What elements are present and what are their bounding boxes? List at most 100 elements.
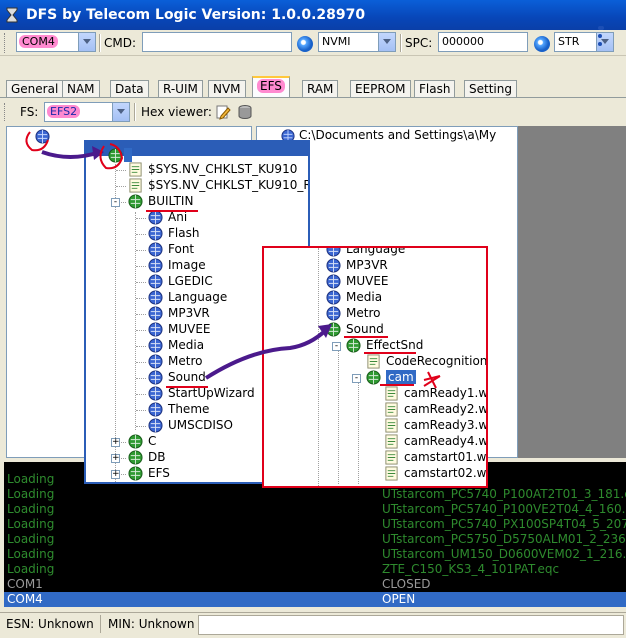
folder-open-icon	[346, 338, 361, 353]
tree-line	[136, 394, 146, 395]
folder-open-icon	[108, 148, 123, 163]
file-icon	[385, 402, 398, 417]
tree-node-label: camReady1.w	[404, 386, 488, 400]
refresh-icon[interactable]	[534, 36, 550, 52]
tree-line	[136, 362, 146, 363]
tree-node-label: Font	[168, 242, 195, 256]
tab-eeprom[interactable]: EEPROM	[350, 80, 411, 98]
pc-path: C:\Documents and Settings\a\My	[299, 128, 497, 142]
tree-node-label: $SYS.NV_CHKLST_KU910	[148, 162, 298, 176]
tree-node-label: Metro	[168, 354, 203, 368]
tree-line	[136, 266, 146, 267]
tree-node-label: Sound	[346, 322, 384, 336]
log-status: Loading	[7, 562, 55, 576]
tree-node-label: MP3VR	[168, 306, 210, 320]
tree-line	[135, 212, 136, 430]
log-row[interactable]: Loading UTstarcom_PC5740_P100VE2T04_4_160…	[4, 502, 626, 517]
expand-icon[interactable]: +	[111, 470, 120, 479]
window-title: DFS by Telecom Logic Version: 1.0.0.2897…	[26, 7, 366, 23]
tree-node-label: StartUpWizard	[168, 386, 255, 400]
annotation-underline	[166, 386, 208, 388]
tab-nam[interactable]: NAM	[62, 80, 100, 98]
folder-open-icon	[128, 434, 143, 449]
folder-open-icon	[326, 322, 341, 337]
expand-icon[interactable]: +	[111, 454, 120, 463]
log-row[interactable]: COM4 OPEN	[4, 592, 626, 607]
log-row[interactable]: Loading UTstarcom_PC5740_PX100SP4T04_5_20…	[4, 517, 626, 532]
tree-node-label: Sound	[168, 370, 206, 384]
esn-status: ESN: Unknown	[6, 617, 94, 631]
toolbar-grip[interactable]	[4, 103, 7, 121]
toolbar-grip[interactable]	[4, 33, 7, 53]
tree-line	[136, 250, 146, 251]
file-icon	[385, 466, 398, 481]
tree-line	[136, 346, 146, 347]
tab-setting[interactable]: Setting	[464, 80, 517, 98]
globe-icon[interactable]	[35, 129, 50, 144]
log-row[interactable]: Loading UTstarcom_PC5750_D5750ALM01_2_236…	[4, 532, 626, 547]
refresh-icon[interactable]	[297, 36, 313, 52]
file-icon	[129, 178, 142, 193]
fs-select[interactable]: EFS2	[44, 102, 130, 122]
collapse-icon[interactable]: -	[352, 374, 361, 383]
spc-input[interactable]: 000000	[438, 32, 528, 52]
log-status: COM4	[7, 592, 43, 606]
annotation-underline	[364, 352, 416, 354]
database-icon[interactable]	[237, 104, 253, 120]
tab-ram[interactable]: RAM	[302, 80, 339, 98]
tree-node-label: Media	[346, 290, 383, 304]
tree-line	[116, 186, 126, 187]
log-status: COM1	[7, 577, 43, 591]
tab-data[interactable]: Data	[110, 80, 149, 98]
hex-viewer-label: Hex viewer:	[141, 105, 212, 119]
str-select[interactable]: STR	[554, 32, 614, 52]
tree-line	[136, 426, 146, 427]
separator	[100, 615, 101, 633]
expand-icon[interactable]: +	[111, 438, 120, 447]
file-icon	[385, 434, 398, 449]
log-detail: UTstarcom_PC5740_P100AT2T01_3_181.eqc	[382, 487, 626, 501]
tree-node-label: MUVEE	[346, 274, 389, 288]
tree-line	[115, 164, 116, 482]
collapse-icon[interactable]: -	[332, 342, 341, 351]
tab-efs[interactable]: EFS	[252, 76, 290, 98]
tree-node-label: EffectSnd	[366, 338, 424, 352]
folder-icon	[148, 402, 163, 417]
folder-icon	[148, 258, 163, 273]
chevron-down-icon[interactable]	[78, 33, 95, 51]
log-status: Loading	[7, 532, 55, 546]
port-select[interactable]: COM4	[16, 32, 96, 52]
log-row[interactable]: Loading ZTE_C150_KS3_4_101PAT.eqc	[4, 562, 626, 577]
log-status: Loading	[7, 472, 55, 486]
chevron-down-icon[interactable]	[378, 33, 395, 51]
tab-general[interactable]: General	[6, 80, 64, 98]
collapse-icon[interactable]: -	[111, 198, 120, 207]
tree-node-label: Image	[168, 258, 206, 272]
tree-line	[116, 170, 126, 171]
tree-line	[136, 314, 146, 315]
edit-icon[interactable]	[215, 104, 231, 120]
folder-icon	[148, 338, 163, 353]
log-row[interactable]: COM1 CLOSED	[4, 577, 626, 592]
tree-node-label: camReady3.w	[404, 418, 488, 432]
log-status: Loading	[7, 502, 55, 516]
tree-node-label: camstart01.wa	[404, 450, 488, 464]
tab-nvm[interactable]: NVM	[208, 80, 246, 98]
log-detail: UTstarcom_PC5750_D5750ALM01_2_236.eqc	[382, 532, 626, 546]
tree-node-label: DB	[148, 450, 166, 464]
chevron-down-icon[interactable]	[112, 103, 129, 121]
tree-line	[136, 410, 146, 411]
tab-r-uim[interactable]: R-UIM	[158, 80, 203, 98]
folder-icon	[148, 370, 163, 385]
cmd-input[interactable]	[142, 32, 292, 52]
log-row[interactable]: Loading UTstarcom_UM150_D0600VEM02_1_216.…	[4, 547, 626, 562]
file-icon	[385, 450, 398, 465]
tab-flash[interactable]: Flash	[414, 80, 456, 98]
log-row[interactable]: Loading UTstarcom_PC5740_P100AT2T01_3_181…	[4, 487, 626, 502]
mode-select[interactable]: NVMI	[318, 32, 396, 52]
overflow-dot	[598, 26, 602, 30]
tree-node-label: Metro	[346, 306, 381, 320]
folder-icon	[148, 290, 163, 305]
detail-pane	[518, 126, 626, 458]
folder-icon	[148, 274, 163, 289]
